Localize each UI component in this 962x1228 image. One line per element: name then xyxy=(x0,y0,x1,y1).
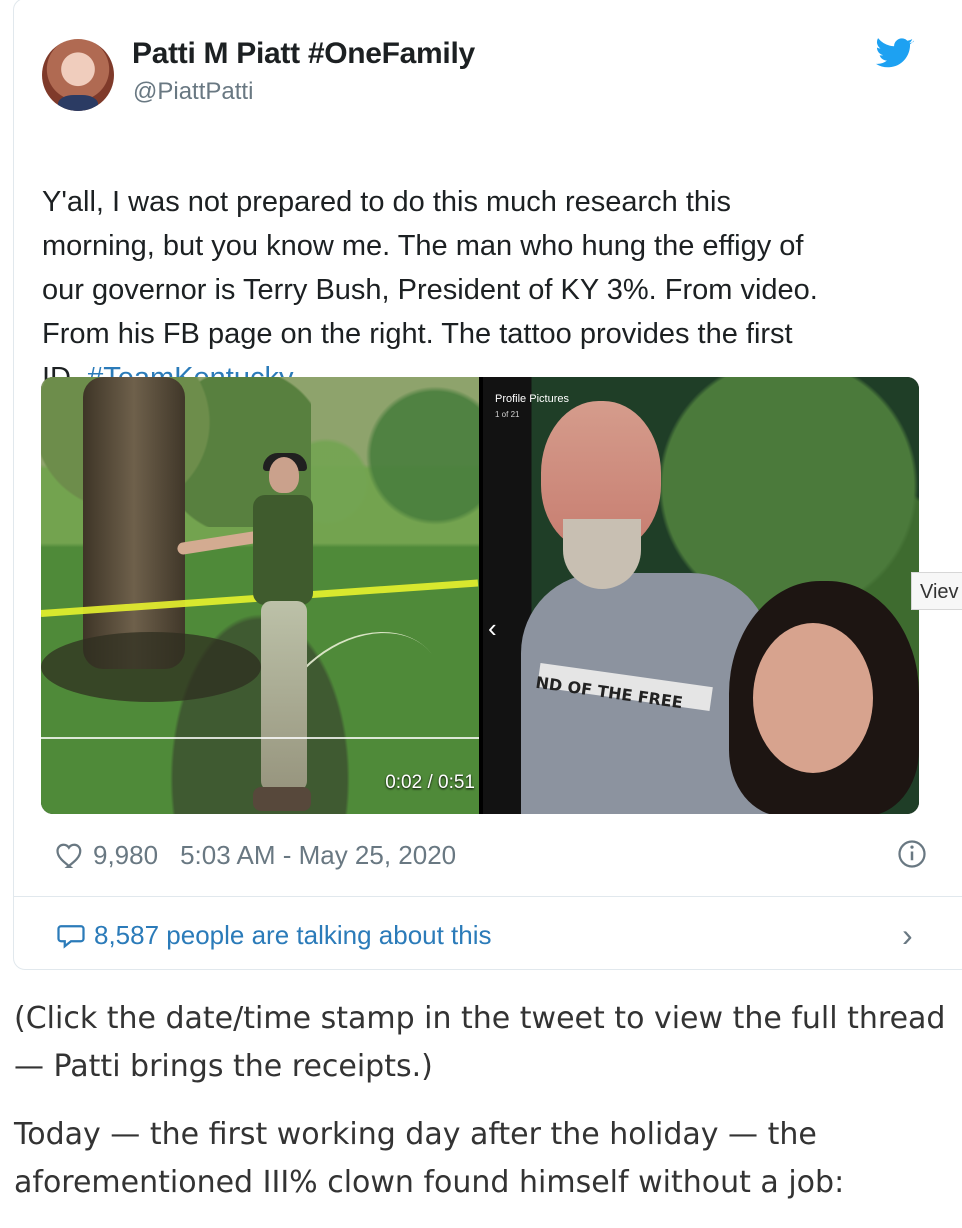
tweet-media-grid[interactable]: 0:02 / 0:51 Profile Pictures 1 of 21 ‹ N… xyxy=(41,377,919,814)
head-shape xyxy=(269,457,299,493)
author-avatar[interactable] xyxy=(42,39,114,111)
arm-shape xyxy=(176,530,260,556)
author-name[interactable]: Patti M Piatt #OneFamily xyxy=(132,37,475,71)
tree-trunk xyxy=(83,377,185,669)
shirt-shape xyxy=(253,495,313,605)
article-paragraph-1: (Click the date/time stamp in the tweet … xyxy=(14,1001,946,1084)
chevron-right-icon[interactable]: › xyxy=(902,917,913,954)
article-paragraph-2: Today — the first working day after the … xyxy=(14,1117,845,1200)
view-side-tab[interactable]: Viev xyxy=(911,572,962,610)
photo-left-chevron-icon[interactable]: ‹ xyxy=(488,613,497,644)
profile-photo-thumbnail[interactable]: Profile Pictures 1 of 21 ‹ ND OF THE FRE… xyxy=(483,377,919,814)
tweet-text: Y'all, I was not prepared to do this muc… xyxy=(42,136,924,400)
heart-icon[interactable] xyxy=(55,841,85,869)
video-time: 0:02 / 0:51 xyxy=(385,772,475,793)
tweet-meta: 9,980 5:03 AM - May 25, 2020 xyxy=(55,840,456,871)
profile-pictures-count: 1 of 21 xyxy=(495,410,520,419)
author-handle[interactable]: @PiattPatti xyxy=(133,78,253,106)
tweet-timestamp[interactable]: 5:03 AM - May 25, 2020 xyxy=(180,840,456,870)
chat-bubble-icon xyxy=(57,925,85,949)
boots-shape xyxy=(253,787,311,811)
conversation-link[interactable]: 8,587 people are talking about this xyxy=(56,920,492,951)
tree-base-shadow xyxy=(41,632,261,702)
woman-photo-face xyxy=(753,623,873,773)
info-icon[interactable] xyxy=(897,839,927,869)
conversation-text[interactable]: 8,587 people are talking about this xyxy=(94,920,492,950)
tweet-divider xyxy=(13,896,962,897)
like-count[interactable]: 9,980 xyxy=(93,840,158,870)
profile-pictures-label: Profile Pictures xyxy=(495,393,569,405)
twitter-bird-icon[interactable] xyxy=(876,38,914,70)
pants-shape xyxy=(261,601,307,791)
video-person xyxy=(176,453,321,814)
video-progress-bar[interactable] xyxy=(41,737,479,739)
video-thumbnail[interactable]: 0:02 / 0:51 xyxy=(41,377,479,814)
